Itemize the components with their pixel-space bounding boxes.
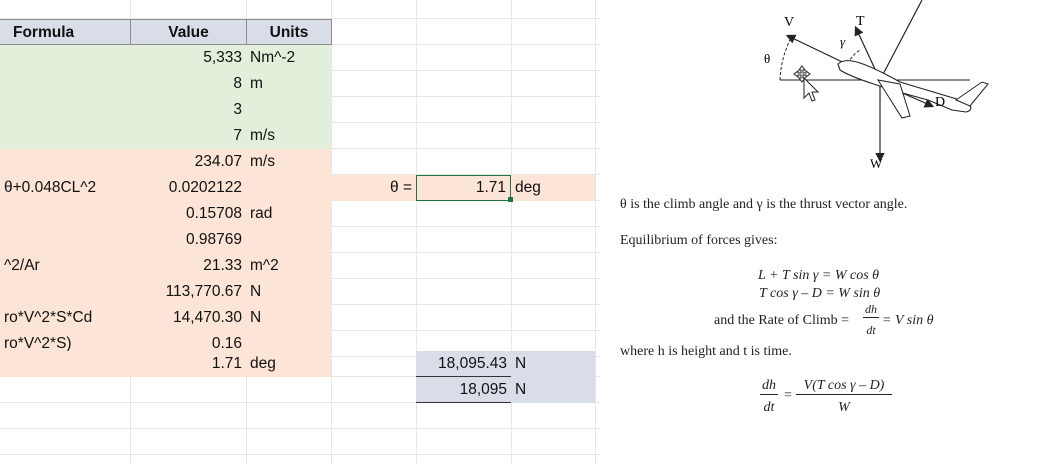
- theta-selected-cell[interactable]: 1.71: [416, 175, 511, 201]
- label-v: V: [784, 15, 794, 30]
- table-row: 234.07 m/s: [0, 149, 331, 175]
- table-row: 5,333 Nm^-2: [0, 45, 331, 71]
- units-cell[interactable]: m: [246, 71, 331, 97]
- header-units[interactable]: Units: [246, 19, 332, 45]
- label-theta: θ: [764, 51, 770, 66]
- pasted-picture[interactable]: V T γ θ D W θ is the climb angle and γ i…: [600, 0, 1037, 463]
- formula-cell[interactable]: [0, 351, 130, 377]
- units-cell[interactable]: m/s: [246, 123, 331, 149]
- formula-cell[interactable]: [0, 123, 130, 149]
- value-cell[interactable]: 234.07: [130, 149, 246, 175]
- value-cell[interactable]: 0.0202122: [130, 175, 246, 201]
- eq4-denominator: dt: [763, 400, 775, 415]
- grid-line: [0, 454, 600, 455]
- units-cell[interactable]: [246, 175, 331, 201]
- theta-units-cell[interactable]: deg: [511, 175, 595, 201]
- units-cell[interactable]: [246, 227, 331, 253]
- formula-cell[interactable]: [0, 71, 130, 97]
- formula-cell[interactable]: θ+0.048CL^2: [0, 175, 130, 201]
- theta-label-cell[interactable]: θ =: [331, 175, 416, 201]
- value-cell[interactable]: 3: [130, 97, 246, 123]
- eq4-rhs-numerator: V(T cos γ – D): [796, 378, 892, 395]
- formula-cell[interactable]: [0, 97, 130, 123]
- formula-cell[interactable]: [0, 201, 130, 227]
- table-row: θ+0.048CL^2 0.0202122 θ = 1.71 deg: [0, 175, 595, 202]
- units-cell[interactable]: [246, 97, 331, 123]
- table-row: 8 m: [0, 71, 331, 97]
- lift-line: [879, 0, 923, 81]
- table-row: ^2/Ar 21.33 m^2: [0, 253, 331, 279]
- eq4-numerator: dh: [760, 378, 778, 395]
- value-cell[interactable]: 0.15708: [130, 201, 246, 227]
- rate-of-climb-label: and the Rate of Climb =: [714, 313, 850, 328]
- table-row: 18,095 N: [0, 377, 595, 403]
- label-gamma: γ: [840, 34, 846, 49]
- theta-arc: [779, 39, 791, 81]
- value-cell[interactable]: 5,333: [130, 45, 246, 71]
- label-t: T: [856, 14, 865, 29]
- move-cursor-icon: [793, 65, 820, 102]
- formula-cell[interactable]: [0, 227, 130, 253]
- text-line-3: where h is height and t is time.: [620, 344, 792, 359]
- table-row: 7 m/s: [0, 123, 331, 149]
- header-value[interactable]: Value: [130, 19, 247, 45]
- value-cell[interactable]: 14,470.30: [130, 305, 246, 331]
- result-value-cell[interactable]: 18,095: [416, 377, 511, 403]
- value-cell[interactable]: 1.71: [130, 351, 246, 377]
- value-cell[interactable]: 21.33: [130, 253, 246, 279]
- eq3-denominator: dt: [866, 323, 876, 337]
- spreadsheet-grid: Formula Value Units 5,333 Nm^-2 8 m 3 7 …: [0, 0, 600, 463]
- equation-1: L + T sin γ = W cos θ: [758, 268, 880, 283]
- table-row: 1.71 deg 18,095.43 N: [0, 351, 595, 377]
- units-cell[interactable]: Nm^-2: [246, 45, 331, 71]
- eq3-rhs: = V sin θ: [882, 313, 934, 328]
- formula-cell[interactable]: [0, 279, 130, 305]
- result-value-cell[interactable]: 18,095.43: [416, 351, 511, 377]
- units-cell[interactable]: deg: [246, 351, 331, 377]
- formula-cell[interactable]: [0, 149, 130, 175]
- eq3-numerator: dh: [863, 302, 879, 318]
- result-units-cell[interactable]: N: [511, 351, 595, 377]
- table-row: 3: [0, 97, 331, 123]
- value-cell[interactable]: 7: [130, 123, 246, 149]
- table-row: 0.15708 rad: [0, 201, 331, 227]
- formula-cell[interactable]: [0, 45, 130, 71]
- table-row: 0.98769: [0, 227, 331, 253]
- value-cell[interactable]: 8: [130, 71, 246, 97]
- units-cell[interactable]: m/s: [246, 149, 331, 175]
- value-cell[interactable]: 0.98769: [130, 227, 246, 253]
- table-row: ro*V^2*S*Cd 14,470.30 N: [0, 305, 331, 331]
- formula-cell[interactable]: ro*V^2*S*Cd: [0, 305, 130, 331]
- text-line-1: θ is the climb angle and γ is the thrust…: [620, 197, 908, 212]
- label-d: D: [935, 95, 945, 110]
- header-formula[interactable]: Formula: [0, 19, 131, 45]
- table-row: 113,770.67 N: [0, 279, 331, 305]
- units-cell[interactable]: N: [246, 305, 331, 331]
- formula-cell[interactable]: ^2/Ar: [0, 253, 130, 279]
- grid-line: [0, 428, 600, 429]
- header-row: Formula Value Units: [0, 19, 600, 45]
- label-w: W: [870, 156, 883, 171]
- eq4-equals: =: [784, 388, 792, 403]
- units-cell[interactable]: rad: [246, 201, 331, 227]
- units-cell[interactable]: N: [246, 279, 331, 305]
- units-cell[interactable]: m^2: [246, 253, 331, 279]
- equation-2: T cos γ – D = W sin θ: [759, 286, 881, 301]
- aircraft-tail: [954, 81, 989, 107]
- text-line-2: Equilibrium of forces gives:: [620, 233, 778, 248]
- eq4-rhs-denominator: W: [838, 400, 850, 415]
- result-units-cell[interactable]: N: [511, 377, 595, 403]
- value-cell[interactable]: 113,770.67: [130, 279, 246, 305]
